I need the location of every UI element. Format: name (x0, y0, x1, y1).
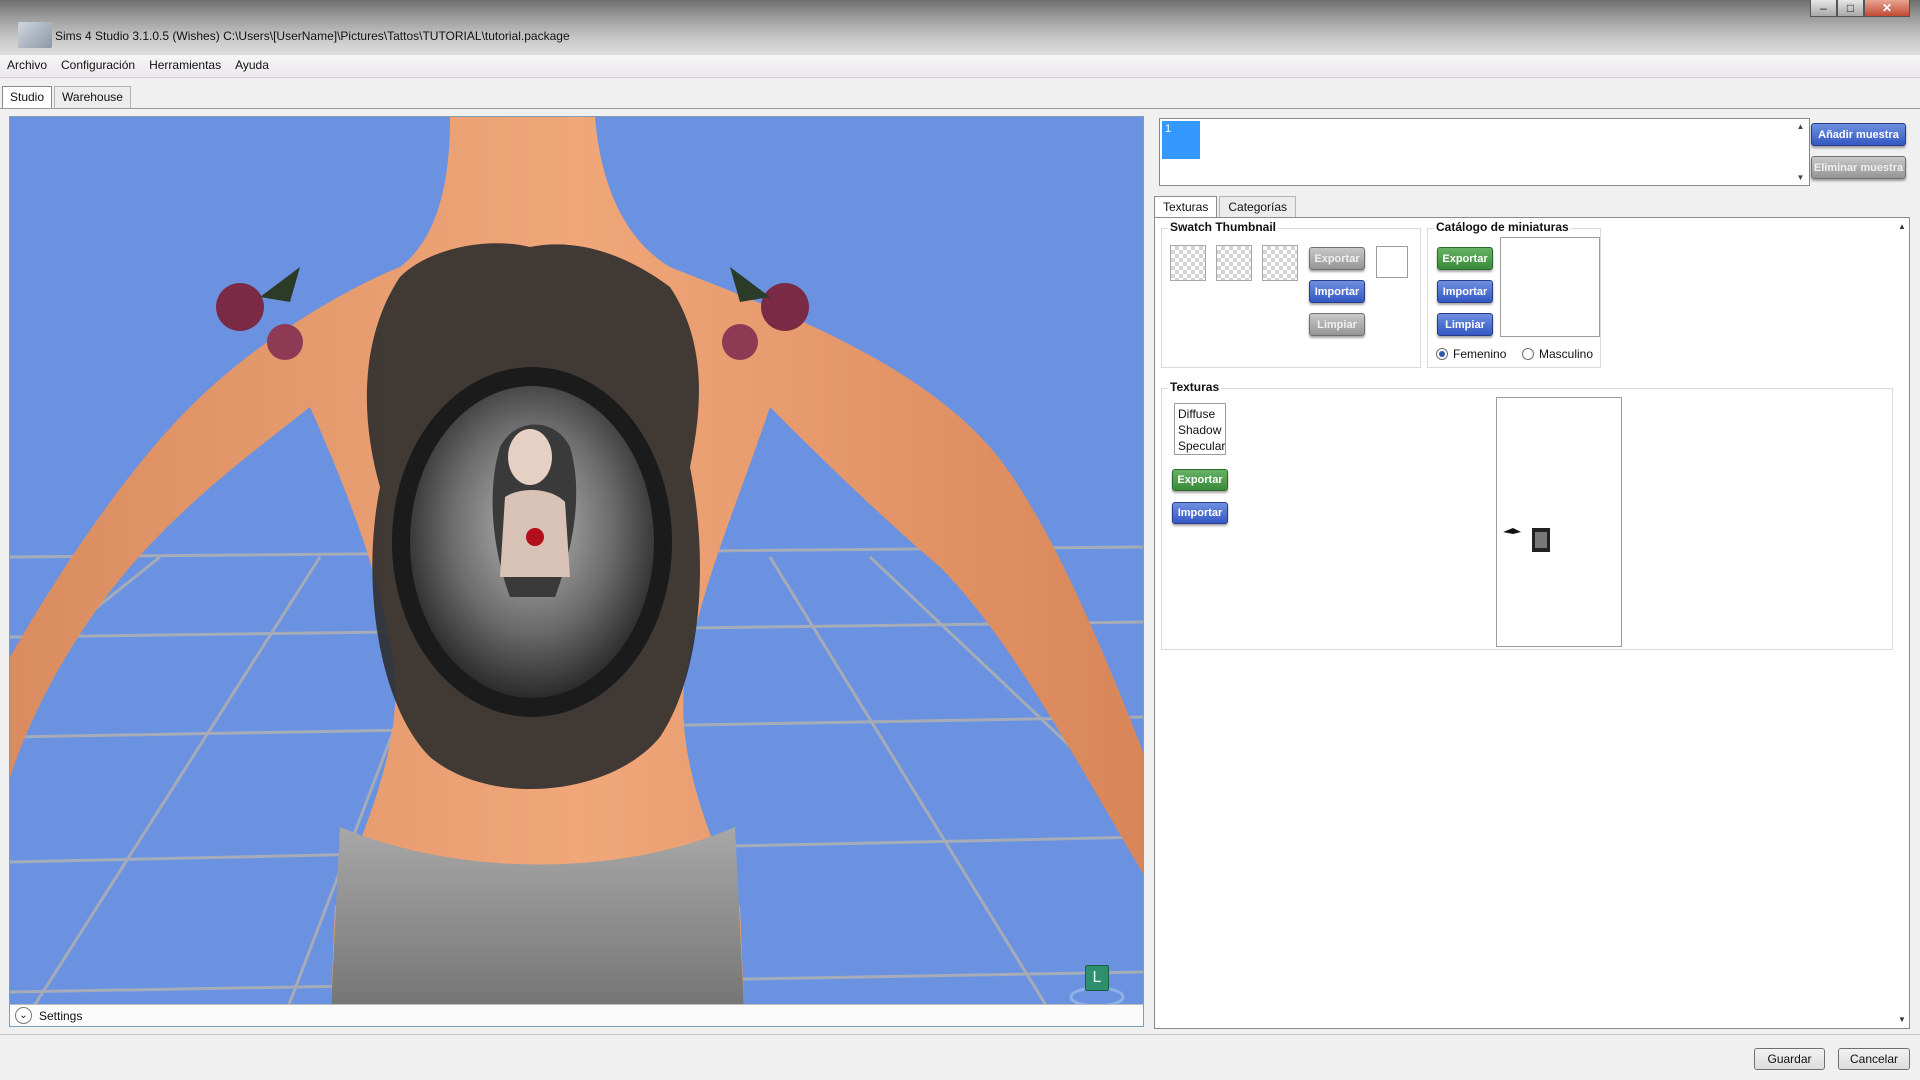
catalog-thumbnail-preview (1500, 237, 1600, 337)
scroll-up-icon[interactable]: ▲ (1797, 122, 1805, 131)
thumbnail-slot-2[interactable] (1216, 245, 1252, 281)
cancel-button[interactable]: Cancelar (1838, 1048, 1910, 1070)
window-controls: – □ ✕ (1810, 0, 1910, 17)
swatch-thumbnail-title: Swatch Thumbnail (1168, 220, 1279, 234)
textures-tab-content: ▲ ▼ Swatch Thumbnail Exportar Importar L… (1154, 217, 1910, 1029)
thumbnail-color-box[interactable] (1376, 246, 1408, 278)
tab-categorias[interactable]: Categorías (1219, 196, 1297, 217)
settings-toggle-icon[interactable]: ⌄ (15, 1007, 32, 1024)
swatch-thumbnail-group: Swatch Thumbnail Exportar Importar Limpi… (1161, 220, 1421, 368)
catalog-export-button[interactable]: Exportar (1437, 247, 1493, 270)
scroll-down-icon[interactable]: ▼ (1898, 1015, 1906, 1024)
scroll-up-icon[interactable]: ▲ (1898, 222, 1906, 231)
camera-badge[interactable]: L (1085, 965, 1109, 991)
swatch-list-scrollbar[interactable]: ▲ ▼ (1792, 119, 1809, 185)
editor-tabs: Texturas Categorías (1154, 196, 1298, 217)
menu-ayuda[interactable]: Ayuda (228, 55, 276, 77)
thumbnail-clear-button[interactable]: Limpiar (1309, 313, 1365, 336)
menu-archivo[interactable]: Archivo (0, 55, 54, 77)
save-button[interactable]: Guardar (1754, 1048, 1825, 1070)
menu-configuracion[interactable]: Configuración (54, 55, 142, 77)
radio-unselected-icon (1522, 348, 1534, 360)
catalog-clear-button[interactable]: Limpiar (1437, 313, 1493, 336)
catalog-import-button[interactable]: Importar (1437, 280, 1493, 303)
texture-shadow[interactable]: Shadow (1178, 422, 1222, 438)
texture-specular[interactable]: Specular (1178, 438, 1225, 454)
swatch-item[interactable]: 1 (1162, 121, 1200, 159)
female-label: Femenino (1453, 347, 1507, 361)
swatch-list[interactable]: 1 ▲ ▼ (1159, 118, 1810, 186)
close-button[interactable]: ✕ (1864, 0, 1910, 17)
female-radio[interactable]: Femenino (1436, 347, 1506, 361)
scroll-down-icon[interactable]: ▼ (1797, 173, 1805, 182)
settings-bar: ⌄ Settings (9, 1004, 1144, 1027)
catalog-title: Catálogo de miniaturas (1434, 220, 1571, 234)
maximize-button[interactable]: □ (1837, 0, 1864, 17)
thumbnail-slot-1[interactable] (1170, 245, 1206, 281)
texture-import-button[interactable]: Importar (1172, 502, 1228, 524)
window-title: Sims 4 Studio 3.1.0.5 (Wishes) C:\Users\… (55, 29, 570, 43)
thumbnail-export-button[interactable]: Exportar (1309, 247, 1365, 270)
catalog-group: Catálogo de miniaturas Exportar Importar… (1427, 220, 1601, 368)
textures-group: Texturas Diffuse Shadow Specular Exporta… (1161, 380, 1893, 650)
texture-export-button[interactable]: Exportar (1172, 469, 1228, 491)
tab-studio[interactable]: Studio (2, 86, 53, 108)
radio-selected-icon (1436, 348, 1448, 360)
textures-title: Texturas (1168, 380, 1222, 394)
content-scrollbar[interactable]: ▲ ▼ (1897, 222, 1907, 1024)
remove-swatch-button[interactable]: Eliminar muestra (1811, 156, 1906, 179)
tab-warehouse[interactable]: Warehouse (54, 86, 131, 108)
title-bar: Sims 4 Studio 3.1.0.5 (Wishes) C:\Users\… (0, 0, 1920, 55)
main-tabs: Studio Warehouse (2, 86, 133, 108)
texture-type-list[interactable]: Diffuse Shadow Specular (1174, 403, 1226, 455)
texture-preview-image (1503, 528, 1550, 552)
3d-viewport[interactable]: L (9, 116, 1144, 1027)
minimize-button[interactable]: – (1810, 0, 1837, 17)
bottom-divider (0, 1034, 1920, 1035)
viewport-scene (10, 117, 1143, 1026)
tab-divider (0, 108, 1920, 109)
settings-label[interactable]: Settings (39, 1009, 82, 1023)
texture-preview (1496, 397, 1622, 647)
menu-bar: Archivo Configuración Herramientas Ayuda (0, 55, 1920, 78)
menu-herramientas[interactable]: Herramientas (142, 55, 228, 77)
tab-texturas[interactable]: Texturas (1154, 196, 1218, 217)
male-label: Masculino (1539, 347, 1594, 361)
right-panel: 1 ▲ ▼ Añadir muestra Eliminar muestra Te… (1152, 116, 1914, 1032)
app-icon (18, 22, 52, 48)
texture-diffuse[interactable]: Diffuse (1178, 406, 1222, 422)
add-swatch-button[interactable]: Añadir muestra (1811, 123, 1906, 146)
thumbnail-import-button[interactable]: Importar (1309, 280, 1365, 303)
male-radio[interactable]: Masculino (1522, 347, 1593, 361)
thumbnail-slot-3[interactable] (1262, 245, 1298, 281)
